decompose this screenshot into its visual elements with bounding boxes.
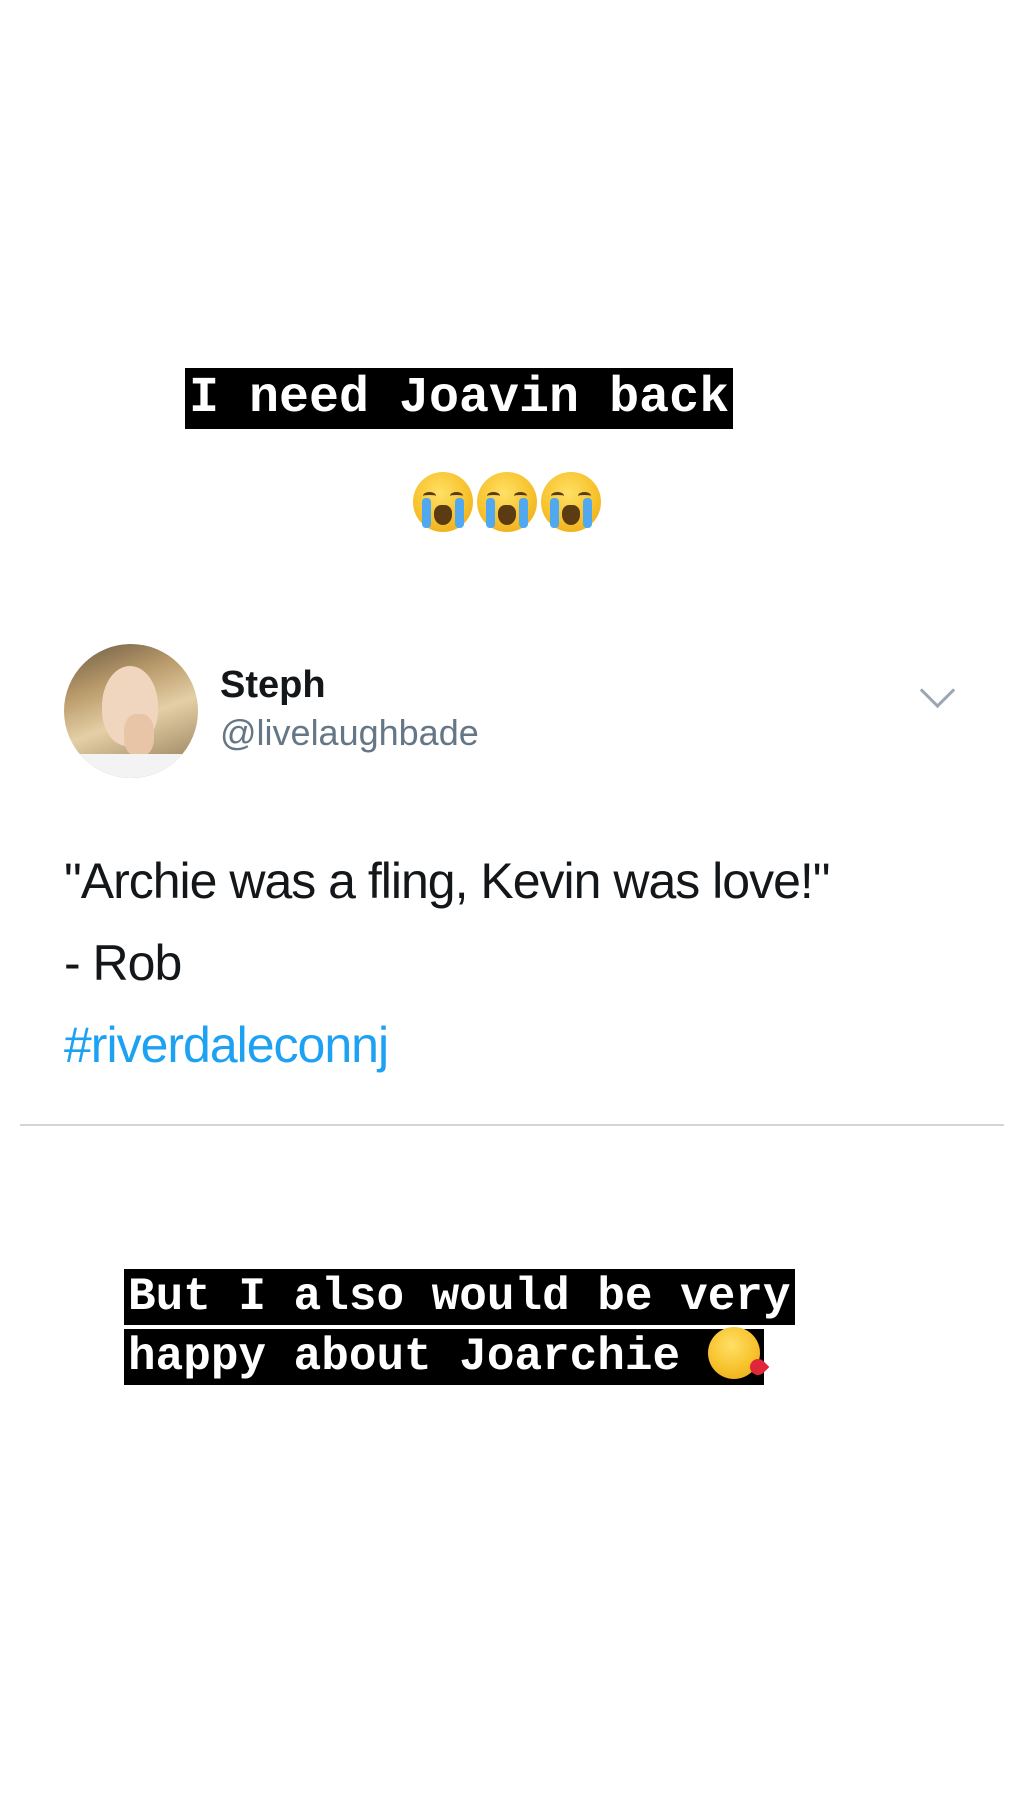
caption-top: I need Joavin back	[185, 368, 734, 429]
loudly-crying-face-icon	[541, 472, 601, 532]
avatar[interactable]	[64, 644, 198, 778]
divider	[20, 1124, 1004, 1126]
caption-bottom-text: But I also would be very happy about Joa…	[124, 1269, 795, 1385]
crying-emoji-row	[413, 472, 601, 532]
tweet-handle[interactable]: @livelaughbade	[220, 712, 479, 754]
caption-top-text: I need Joavin back	[185, 368, 734, 429]
loudly-crying-face-icon	[477, 472, 537, 532]
tweet-hashtag-link[interactable]: #riverdaleconnj	[64, 1004, 964, 1086]
tweet-card[interactable]: Steph @livelaughbade "Archie was a fling…	[20, 620, 1004, 1118]
tweet-line-attribution: - Rob	[64, 935, 182, 991]
caption-bottom: But I also would be very happy about Joa…	[124, 1267, 924, 1387]
loudly-crying-face-icon	[413, 472, 473, 532]
tweet-display-name[interactable]: Steph	[220, 664, 326, 707]
tweet-line-quote: "Archie was a fling, Kevin was love!"	[64, 853, 831, 909]
face-blowing-a-kiss-icon	[707, 1327, 770, 1379]
caption-bottom-label: But I also would be very happy about Joa…	[128, 1271, 791, 1383]
chevron-down-icon[interactable]	[919, 672, 956, 709]
tweet-body: "Archie was a fling, Kevin was love!" - …	[64, 840, 964, 1086]
